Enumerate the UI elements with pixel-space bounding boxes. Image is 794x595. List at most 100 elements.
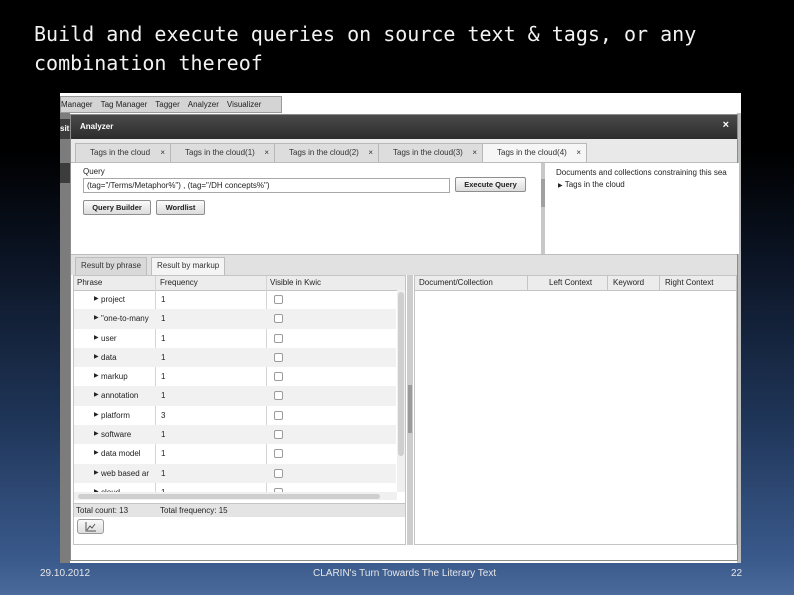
tab-label: Tags in the cloud(2) (289, 148, 359, 157)
app-menubar: Manager Tag Manager Tagger Analyzer Visu… (60, 96, 282, 113)
expand-arrow-icon[interactable]: ▶ (558, 183, 563, 189)
visible-in-kwic-checkbox[interactable] (274, 295, 283, 304)
tab-close-icon[interactable]: × (264, 144, 269, 162)
wordlist-button[interactable]: Wordlist (156, 200, 205, 215)
page-number: 22 (731, 568, 743, 579)
column-header-right-context[interactable]: Right Context (665, 276, 713, 290)
tab-close-icon[interactable]: × (472, 144, 477, 162)
tab-tags-in-the-cloud-3[interactable]: Tags in the cloud(3) × (378, 143, 483, 162)
expand-arrow-icon[interactable]: ▶ (94, 425, 99, 444)
column-header-keyword[interactable]: Keyword (613, 276, 644, 290)
line-chart-icon (85, 522, 96, 532)
tab-close-icon[interactable]: × (576, 144, 581, 162)
tab-close-icon[interactable]: × (160, 144, 165, 162)
scrollbar-thumb[interactable] (78, 494, 380, 499)
table-row[interactable]: ▶ markup 1 (74, 367, 396, 386)
row-frequency: 1 (161, 314, 166, 324)
table-row[interactable]: ▶ web based ar 1 (74, 463, 396, 483)
table-row[interactable]: ▶ platform 3 (74, 406, 396, 425)
menu-visualizer[interactable]: Visualizer (223, 97, 266, 112)
column-header-phrase[interactable]: Phrase (77, 276, 102, 290)
column-header-document-collection[interactable]: Document/Collection (419, 276, 493, 290)
chart-button[interactable] (77, 519, 104, 534)
visible-in-kwic-checkbox[interactable] (274, 468, 283, 478)
phrase-grid-footer: Total count: 13 Total frequency: 15 (74, 503, 405, 517)
menu-tagger[interactable]: Tagger (151, 97, 183, 112)
tab-tags-in-the-cloud[interactable]: Tags in the cloud × (75, 143, 171, 162)
query-input[interactable] (83, 178, 450, 193)
table-row[interactable]: ▶ data 1 (74, 347, 396, 368)
expand-arrow-icon[interactable]: ▶ (94, 444, 99, 463)
visible-in-kwic-checkbox[interactable] (274, 372, 283, 382)
expand-arrow-icon[interactable]: ▶ (94, 406, 99, 425)
row-phrase: user (101, 333, 117, 343)
row-phrase: software (101, 430, 132, 440)
expand-arrow-icon[interactable]: ▶ (94, 348, 99, 367)
slide-title: Build and execute queries on source text… (34, 22, 697, 75)
row-phrase: project (101, 295, 126, 304)
phrase-vertical-scrollbar[interactable] (397, 290, 405, 492)
visible-in-kwic-checkbox[interactable] (274, 352, 283, 362)
menu-tag-manager[interactable]: Tag Manager (97, 97, 152, 112)
visible-in-kwic-checkbox[interactable] (274, 333, 283, 343)
background-window-strip: sit (60, 113, 70, 563)
expand-arrow-icon[interactable]: ▶ (94, 367, 99, 386)
table-row[interactable]: ▶ annotation 1 (74, 386, 396, 406)
phrase-grid-header: Phrase Frequency Visible in Kwic (74, 276, 405, 291)
row-phrase: platform (101, 410, 130, 420)
tab-tags-in-the-cloud-1[interactable]: Tags in the cloud(1) × (170, 143, 275, 162)
row-phrase: annotation (101, 391, 139, 401)
kwic-grid-header: Document/Collection Left Context Keyword… (415, 276, 736, 291)
row-frequency: 1 (161, 391, 166, 401)
tab-close-icon[interactable]: × (368, 144, 373, 162)
row-phrase: data model (101, 449, 141, 459)
constraints-tree-item[interactable]: ▶ Tags in the cloud (558, 180, 625, 189)
background-window-label: sit (60, 119, 70, 139)
visible-in-kwic-checkbox[interactable] (274, 430, 283, 440)
footer-date: 29.10.2012 (40, 568, 91, 579)
table-row[interactable]: ▶ software 1 (74, 425, 396, 445)
row-phrase: "one-to-many (101, 314, 149, 324)
expand-arrow-icon[interactable]: ▶ (94, 290, 99, 309)
tab-result-by-phrase[interactable]: Result by phrase (75, 257, 148, 275)
table-row[interactable]: ▶ project 1 (74, 290, 396, 309)
total-frequency: Total frequency: 15 (160, 506, 228, 515)
table-row[interactable]: ▶ data model 1 (74, 444, 396, 463)
visible-in-kwic-checkbox[interactable] (274, 449, 283, 459)
row-frequency: 1 (161, 295, 166, 304)
visible-in-kwic-checkbox[interactable] (274, 410, 283, 420)
visible-in-kwic-checkbox[interactable] (274, 391, 283, 401)
expand-arrow-icon[interactable]: ▶ (94, 464, 99, 483)
column-header-visible-in-kwic[interactable]: Visible in Kwic (270, 276, 321, 290)
phrase-horizontal-scrollbar[interactable] (74, 492, 397, 500)
footer-caption: CLARIN's Turn Towards The Literary Text (313, 568, 497, 579)
tab-tags-in-the-cloud-4[interactable]: Tags in the cloud(4) × (482, 143, 587, 162)
results-splitter[interactable] (407, 275, 413, 545)
tab-result-by-markup[interactable]: Result by markup (151, 257, 226, 275)
table-row[interactable]: ▶ "one-to-many 1 (74, 309, 396, 329)
column-divider (527, 276, 528, 290)
visible-in-kwic-checkbox[interactable] (274, 314, 283, 324)
column-header-frequency[interactable]: Frequency (160, 276, 198, 290)
row-frequency: 1 (161, 352, 166, 362)
tab-tags-in-the-cloud-2[interactable]: Tags in the cloud(2) × (274, 143, 379, 162)
column-divider (659, 276, 660, 290)
scrollbar-thumb[interactable] (398, 292, 404, 456)
execute-query-button[interactable]: Execute Query (455, 177, 526, 192)
expand-arrow-icon[interactable]: ▶ (94, 386, 99, 405)
splitter-handle[interactable] (408, 385, 412, 433)
constraints-item-label: Tags in the cloud (564, 180, 625, 189)
query-builder-button[interactable]: Query Builder (83, 200, 151, 215)
query-label: Query (83, 167, 105, 176)
column-header-left-context[interactable]: Left Context (549, 276, 592, 290)
expand-arrow-icon[interactable]: ▶ (94, 329, 99, 348)
menu-manager[interactable]: Manager (61, 97, 97, 112)
constraints-panel: Documents and collections constraining t… (545, 163, 739, 254)
expand-arrow-icon[interactable]: ▶ (94, 309, 99, 328)
analyzer-titlebar[interactable]: Analyzer × (71, 115, 737, 139)
kwic-grid: Document/Collection Left Context Keyword… (414, 275, 737, 545)
menu-analyzer[interactable]: Analyzer (184, 97, 223, 112)
close-icon[interactable]: × (723, 119, 729, 131)
row-frequency: 1 (161, 372, 166, 382)
table-row[interactable]: ▶ user 1 (74, 329, 396, 348)
